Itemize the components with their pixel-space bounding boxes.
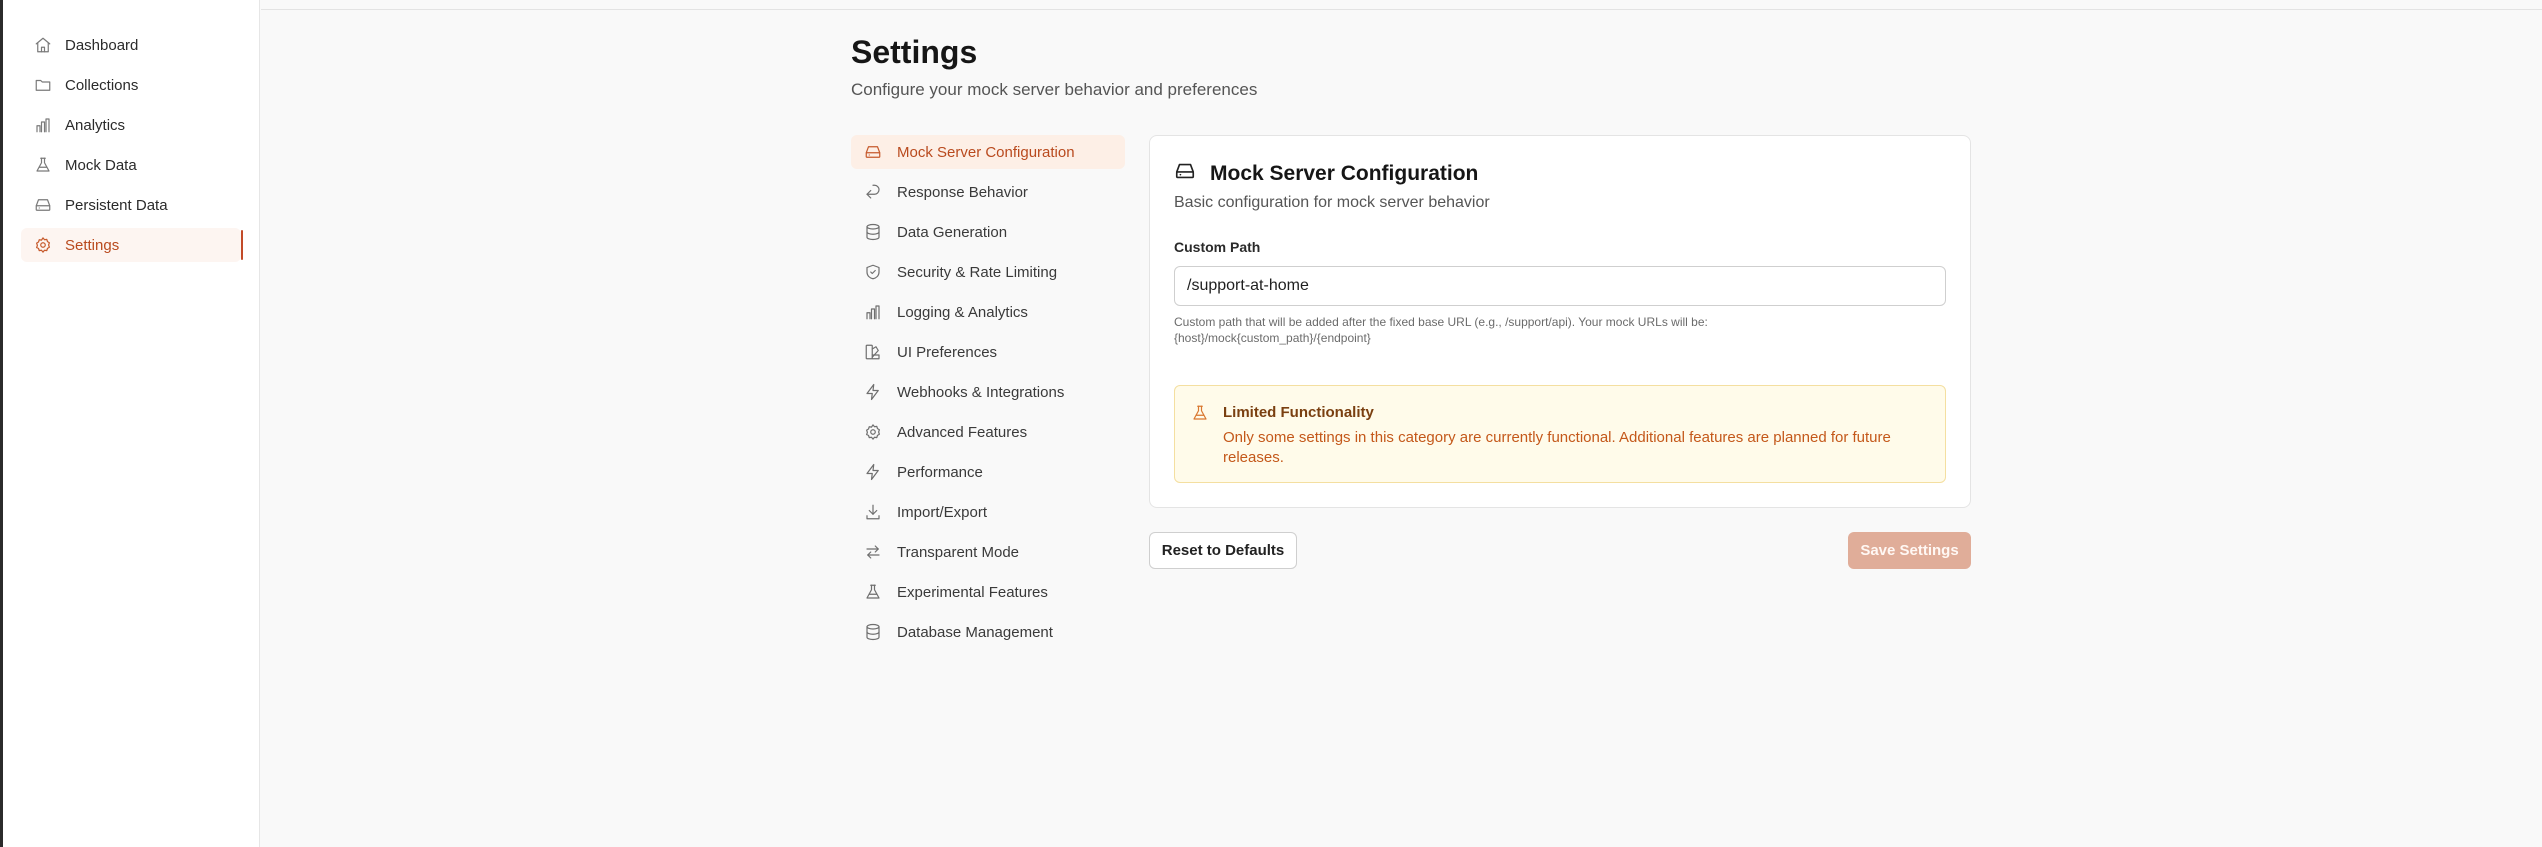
sidebar: Dashboard Collections Analytics Mock Dat… — [3, 0, 260, 847]
alert-title: Limited Functionality — [1223, 404, 1374, 421]
database-icon — [863, 222, 883, 242]
zap-icon — [863, 382, 883, 402]
settings-menu-item-mock-server-configuration[interactable]: Mock Server Configuration — [851, 135, 1125, 169]
palette-icon — [863, 342, 883, 362]
sidebar-item-analytics[interactable]: Analytics — [21, 108, 241, 142]
sidebar-item-label: Settings — [65, 236, 120, 254]
hard-drive-icon — [1174, 160, 1196, 187]
settings-menu-item-label: Response Behavior — [897, 183, 1028, 201]
sidebar-item-label: Mock Data — [65, 156, 137, 174]
settings-menu-item-label: Experimental Features — [897, 583, 1048, 601]
custom-path-input[interactable] — [1174, 266, 1946, 306]
hard-drive-icon — [863, 142, 883, 162]
settings-category-menu: Mock Server Configuration Response Behav… — [851, 135, 1125, 655]
header-divider — [261, 9, 2542, 10]
hard-drive-icon — [33, 195, 53, 215]
flask-icon — [1191, 404, 1209, 427]
custom-path-help-text: Custom path that will be added after the… — [1174, 315, 1708, 345]
page-title: Settings — [851, 34, 978, 70]
database-icon — [863, 622, 883, 642]
sidebar-item-label: Collections — [65, 76, 139, 94]
settings-menu-item-label: UI Preferences — [897, 343, 998, 361]
card-description: Basic configuration for mock server beha… — [1174, 194, 1490, 211]
settings-menu-item-security-rate-limiting[interactable]: Security & Rate Limiting — [851, 255, 1125, 289]
gear-icon — [863, 422, 883, 442]
home-icon — [33, 35, 53, 55]
settings-menu-item-logging-analytics[interactable]: Logging & Analytics — [851, 295, 1125, 329]
shield-check-icon — [863, 262, 883, 282]
settings-menu-item-label: Webhooks & Integrations — [897, 383, 1065, 401]
settings-menu-item-database-management[interactable]: Database Management — [851, 615, 1125, 649]
settings-menu-item-label: Security & Rate Limiting — [897, 263, 1058, 281]
limited-functionality-alert: Limited Functionality Only some settings… — [1174, 385, 1946, 483]
download-icon — [863, 502, 883, 522]
settings-menu-item-label: Transparent Mode — [897, 543, 1020, 561]
settings-menu-item-experimental-features[interactable]: Experimental Features — [851, 575, 1125, 609]
settings-menu-item-advanced-features[interactable]: Advanced Features — [851, 415, 1125, 449]
settings-menu-item-webhooks-integrations[interactable]: Webhooks & Integrations — [851, 375, 1125, 409]
settings-menu-item-data-generation[interactable]: Data Generation — [851, 215, 1125, 249]
bar-chart-icon — [863, 302, 883, 322]
custom-path-label: Custom Path — [1174, 239, 1261, 255]
alert-body: Only some settings in this category are … — [1223, 429, 1891, 466]
sidebar-item-settings[interactable]: Settings — [21, 228, 243, 262]
sidebar-item-mock-data[interactable]: Mock Data — [21, 148, 241, 182]
page-subtitle: Configure your mock server behavior and … — [851, 80, 1258, 99]
arrows-exchange-icon — [863, 542, 883, 562]
bar-chart-icon — [33, 115, 53, 135]
settings-menu-item-ui-preferences[interactable]: UI Preferences — [851, 335, 1125, 369]
flask-icon — [863, 582, 883, 602]
sidebar-item-label: Analytics — [65, 116, 126, 134]
settings-menu-item-label: Data Generation — [897, 223, 1008, 241]
settings-menu-item-label: Logging & Analytics — [897, 303, 1028, 321]
settings-menu-item-label: Performance — [897, 463, 983, 481]
flask-icon — [33, 155, 53, 175]
card-header: Mock Server Configuration — [1174, 160, 1478, 187]
settings-menu-item-import-export[interactable]: Import/Export — [851, 495, 1125, 529]
settings-card: Mock Server Configuration Basic configur… — [1149, 135, 1971, 508]
zap-icon — [863, 462, 883, 482]
settings-menu-item-label: Import/Export — [897, 503, 988, 521]
settings-menu-item-response-behavior[interactable]: Response Behavior — [851, 175, 1125, 209]
sidebar-item-collections[interactable]: Collections — [21, 68, 241, 102]
card-title: Mock Server Configuration — [1210, 161, 1479, 185]
sidebar-item-label: Persistent Data — [65, 196, 168, 214]
gear-icon — [33, 235, 53, 255]
reply-icon — [863, 182, 883, 202]
settings-menu-item-transparent-mode[interactable]: Transparent Mode — [851, 535, 1125, 569]
settings-menu-item-label: Database Management — [897, 623, 1053, 641]
settings-menu-item-label: Mock Server Configuration — [897, 143, 1075, 161]
sidebar-item-dashboard[interactable]: Dashboard — [21, 28, 241, 62]
settings-menu-item-performance[interactable]: Performance — [851, 455, 1125, 489]
sidebar-item-persistent-data[interactable]: Persistent Data — [21, 188, 241, 222]
settings-menu-item-label: Advanced Features — [897, 423, 1028, 441]
folder-icon — [33, 75, 53, 95]
save-settings-button[interactable]: Save Settings — [1848, 532, 1971, 569]
sidebar-item-label: Dashboard — [65, 36, 139, 54]
reset-to-defaults-button[interactable]: Reset to Defaults — [1149, 532, 1297, 569]
